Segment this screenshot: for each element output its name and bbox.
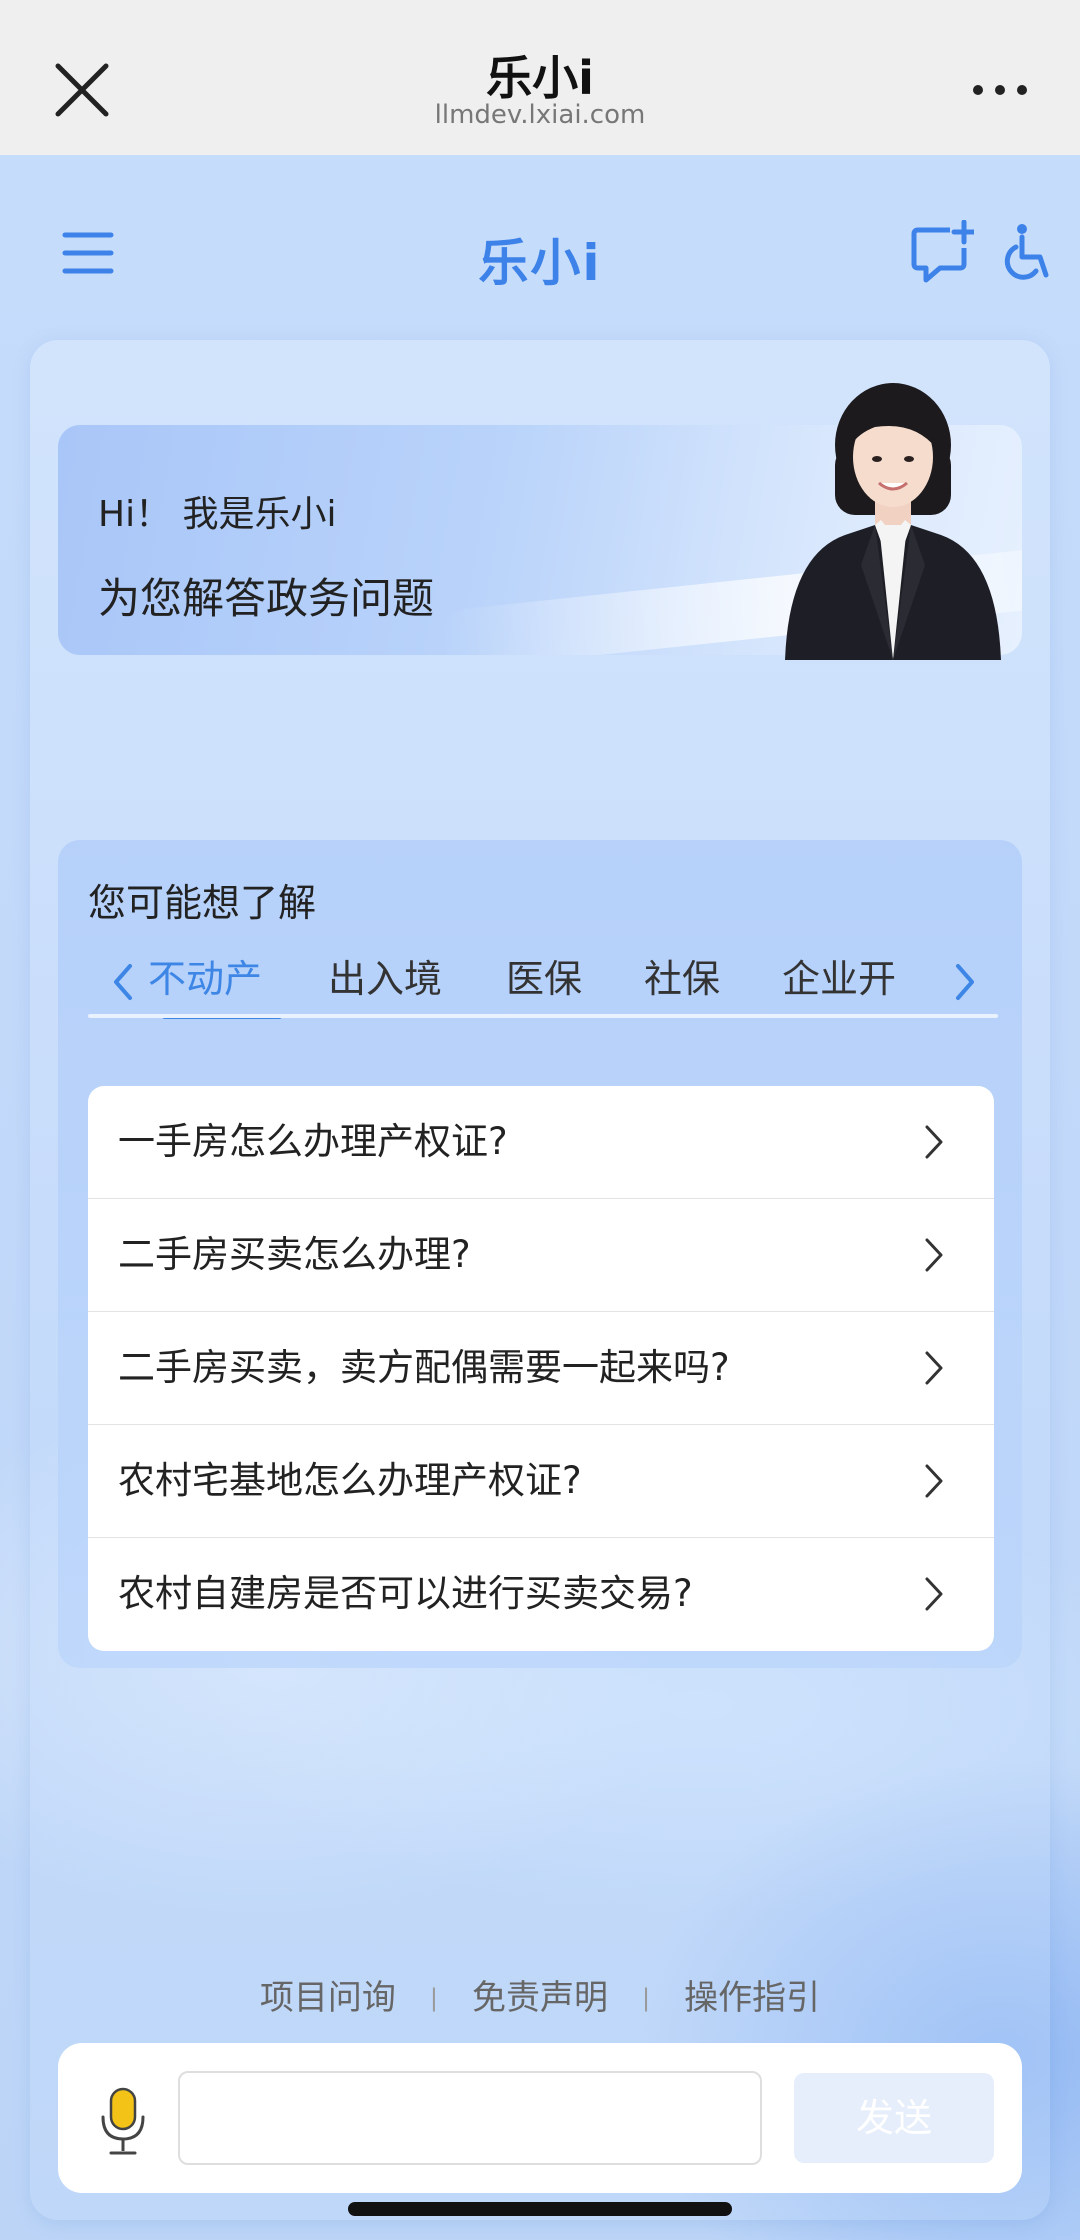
question-text: 农村自建房是否可以进行买卖交易? [118, 1572, 693, 1615]
project-inquiry-link[interactable]: 项目问询 [260, 1978, 396, 2018]
question-text: 二手房买卖怎么办理? [118, 1233, 471, 1276]
footer-links: 项目问询 | 免责声明 | 操作指引 [0, 1970, 1080, 2019]
chevron-right-icon[interactable] [950, 962, 980, 1002]
tab-social-insurance[interactable]: 社保 [644, 940, 720, 1018]
chevron-right-icon [925, 1351, 943, 1385]
tab-medical-insurance[interactable]: 医保 [506, 940, 582, 1018]
chevron-left-icon[interactable] [108, 962, 138, 1002]
question-list: 一手房怎么办理产权证? 二手房买卖怎么办理? 二手房买卖，卖方配偶需要一起来吗?… [88, 1086, 994, 1651]
browser-title: 乐小i [486, 51, 594, 105]
more-icon[interactable] [970, 75, 1030, 105]
list-item[interactable]: 二手房买卖怎么办理? [88, 1199, 994, 1312]
list-item[interactable]: 农村宅基地怎么办理产权证? [88, 1425, 994, 1538]
chevron-right-icon [925, 1577, 943, 1611]
tabs-divider [88, 1014, 998, 1018]
browser-top-bar: 乐小i llmdev.lxiai.com [0, 0, 1080, 156]
list-item[interactable]: 一手房怎么办理产权证? [88, 1086, 994, 1199]
home-indicator [348, 2202, 732, 2216]
send-button[interactable]: 发送 [794, 2073, 994, 2163]
browser-url: llmdev.lxiai.com [434, 100, 646, 130]
assistant-avatar [785, 383, 1001, 660]
category-tabs: 不动产 出入境 医保 社保 企业开 [88, 940, 998, 1036]
banner-greeting: Hi！ 我是乐小i [98, 494, 337, 535]
footer-separator: | [642, 1984, 651, 2012]
banner-subtitle: 为您解答政务问题 [98, 574, 435, 623]
chevron-right-icon [925, 1464, 943, 1498]
tab-real-estate[interactable]: 不动产 [148, 940, 262, 1018]
question-text: 农村宅基地怎么办理产权证? [118, 1459, 582, 1502]
chevron-right-icon [925, 1125, 943, 1159]
new-chat-icon[interactable] [910, 220, 974, 284]
operation-guide-link[interactable]: 操作指引 [684, 1978, 820, 2018]
disclaimer-link[interactable]: 免责声明 [472, 1978, 608, 2018]
tab-enterprise[interactable]: 企业开 [782, 940, 896, 1018]
input-bar: 发送 [58, 2043, 1022, 2193]
question-text: 二手房买卖，卖方配偶需要一起来吗? [118, 1346, 730, 1389]
accessibility-icon[interactable] [1000, 223, 1054, 285]
tab-strip: 不动产 出入境 医保 社保 企业开 [148, 940, 948, 1018]
list-item[interactable]: 二手房买卖，卖方配偶需要一起来吗? [88, 1312, 994, 1425]
suggestions-panel: 您可能想了解 不动产 出入境 医保 社保 企业开 一手房怎么办理产权证? 二手房… [58, 840, 1022, 1668]
list-item[interactable]: 农村自建房是否可以进行买卖交易? [88, 1538, 994, 1650]
question-text: 一手房怎么办理产权证? [118, 1120, 508, 1163]
chat-card: Hi！ 我是乐小i 为您解答政务问题 您可能想了解 不动产 出入境 医保 社保 … [30, 340, 1050, 2220]
app-container: 乐小i Hi！ 我是乐小i 为您解答政务问题 您可能想了解 不动产 出入境 医保… [0, 155, 1080, 2240]
message-input[interactable] [178, 2071, 762, 2165]
app-header: 乐小i [0, 155, 1080, 345]
suggestions-heading: 您可能想了解 [88, 881, 317, 925]
footer-separator: | [429, 1984, 438, 2012]
tab-immigration[interactable]: 出入境 [328, 940, 442, 1018]
chevron-right-icon [925, 1238, 943, 1272]
microphone-icon[interactable] [94, 2085, 152, 2159]
